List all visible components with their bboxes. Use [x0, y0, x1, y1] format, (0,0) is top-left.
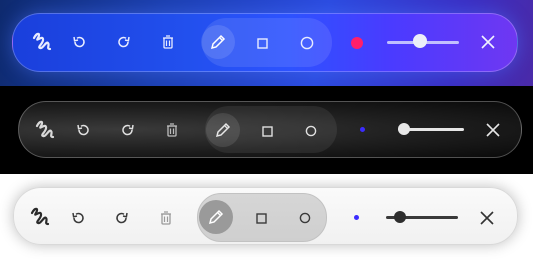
stroke-width-slider-knob[interactable] — [413, 34, 427, 48]
undo-icon — [72, 212, 84, 224]
rectangle-icon — [256, 37, 268, 49]
redo-button[interactable] — [118, 120, 138, 140]
color-swatch[interactable] — [351, 37, 363, 49]
redo-icon — [116, 212, 128, 224]
circle-tool-button[interactable] — [301, 121, 321, 141]
close-icon — [486, 123, 500, 137]
circle-icon — [305, 125, 317, 137]
circle-icon — [300, 36, 314, 50]
rectangle-tool-button[interactable] — [258, 122, 276, 140]
redo-icon — [122, 124, 134, 136]
delete-button[interactable] — [158, 32, 178, 52]
pencil-tool-button[interactable] — [199, 200, 233, 234]
close-button[interactable] — [477, 208, 497, 228]
rectangle-icon — [255, 212, 267, 224]
trash-icon — [167, 123, 177, 137]
trash-icon — [161, 211, 171, 225]
close-icon — [481, 35, 495, 49]
redo-button[interactable] — [112, 208, 132, 228]
rectangle-icon — [261, 125, 273, 137]
close-button[interactable] — [478, 32, 498, 52]
rectangle-tool-button[interactable] — [253, 34, 271, 52]
trash-icon — [163, 35, 173, 49]
delete-button[interactable] — [156, 208, 176, 228]
stroke-width-slider-knob[interactable] — [398, 123, 410, 135]
undo-button[interactable] — [68, 208, 88, 228]
delete-button[interactable] — [162, 120, 182, 140]
redo-button[interactable] — [114, 32, 134, 52]
scribble-logo-icon — [24, 201, 56, 233]
scribble-logo-icon — [26, 26, 58, 58]
circle-tool-button[interactable] — [295, 208, 315, 228]
color-swatch[interactable] — [360, 127, 365, 132]
undo-icon — [77, 124, 89, 136]
pencil-icon — [215, 122, 231, 138]
pencil-tool-button[interactable] — [201, 25, 235, 59]
circle-icon — [299, 212, 311, 224]
redo-icon — [118, 36, 130, 48]
stroke-width-slider-knob[interactable] — [394, 211, 406, 223]
pencil-tool-button[interactable] — [206, 113, 240, 147]
close-icon — [480, 211, 494, 225]
scribble-logo-icon — [29, 114, 61, 146]
circle-tool-button[interactable] — [297, 33, 317, 53]
pencil-icon — [208, 209, 224, 225]
undo-button[interactable] — [73, 120, 93, 140]
undo-button[interactable] — [69, 32, 89, 52]
pencil-icon — [210, 34, 226, 50]
close-button[interactable] — [483, 120, 503, 140]
rectangle-tool-button[interactable] — [252, 209, 270, 227]
undo-icon — [73, 36, 85, 48]
color-swatch[interactable] — [354, 215, 359, 220]
